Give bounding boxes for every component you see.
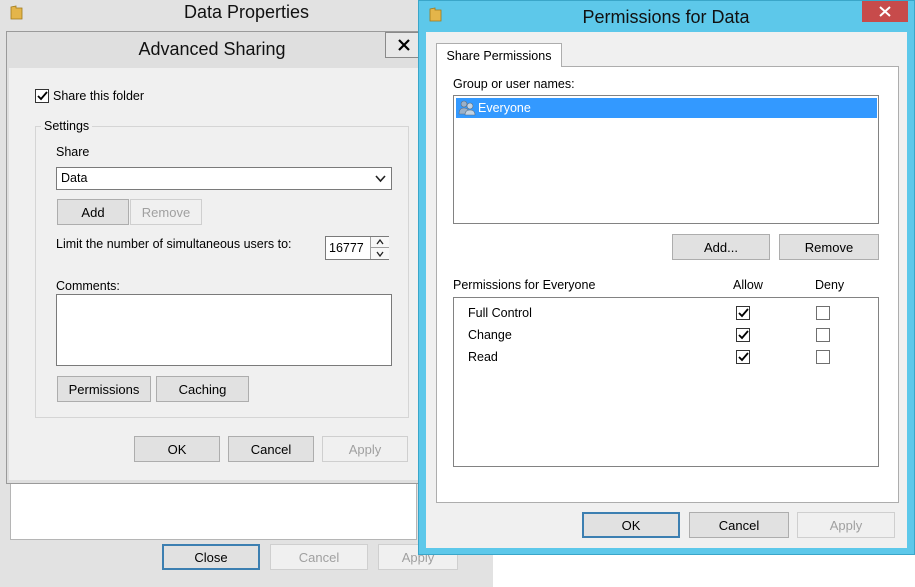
permissions-dialog: Permissions for Data Share Permissions G…: [418, 0, 915, 555]
caching-button[interactable]: Caching: [156, 376, 249, 402]
deny-full-control-checkbox[interactable]: [816, 306, 830, 320]
permission-name: Read: [468, 350, 498, 364]
add-button[interactable]: Add...: [672, 234, 770, 260]
tab-label: Share Permissions: [446, 48, 552, 63]
apply-button[interactable]: Apply: [797, 512, 895, 538]
comments-label: Comments:: [56, 279, 120, 293]
stepper-up-button[interactable]: [370, 237, 389, 248]
table-row: Change: [454, 326, 878, 346]
allow-full-control-checkbox[interactable]: [736, 306, 750, 320]
tab-share-permissions[interactable]: Share Permissions: [436, 43, 562, 67]
permissions-list: Full Control Change Read: [453, 297, 879, 467]
users-icon: [458, 100, 476, 116]
remove-button[interactable]: Remove: [779, 234, 879, 260]
allow-read-checkbox[interactable]: [736, 350, 750, 364]
users-listbox[interactable]: Everyone: [453, 95, 879, 224]
comments-textarea[interactable]: [56, 294, 392, 366]
add-button[interactable]: Add: [57, 199, 129, 225]
group-label: Group or user names:: [453, 77, 575, 91]
settings-label: Settings: [41, 119, 93, 133]
cancel-button[interactable]: Cancel: [689, 512, 789, 538]
dialog-title: Permissions for Data: [582, 7, 750, 27]
share-name-value: Data: [61, 171, 88, 185]
share-label: Share: [56, 145, 90, 159]
permissions-button[interactable]: Permissions: [57, 376, 151, 402]
content-panel: [10, 480, 417, 540]
limit-users-value: 16777: [329, 241, 364, 255]
cancel-button[interactable]: Cancel: [270, 544, 368, 570]
permissions-for-label: Permissions for Everyone: [453, 278, 596, 292]
cancel-button[interactable]: Cancel: [228, 436, 314, 462]
deny-change-checkbox[interactable]: [816, 328, 830, 342]
allow-header: Allow: [733, 278, 763, 292]
share-this-folder-checkbox[interactable]: [35, 89, 49, 103]
chevron-up-icon: [376, 239, 384, 245]
limit-users-label: Limit the number of simultaneous users t…: [56, 237, 292, 251]
permission-name: Full Control: [468, 306, 532, 320]
allow-change-checkbox[interactable]: [736, 328, 750, 342]
deny-read-checkbox[interactable]: [816, 350, 830, 364]
close-button[interactable]: Close: [162, 544, 260, 570]
table-row: Read: [454, 348, 878, 368]
dialog-client: Share Permissions Group or user names: E…: [426, 32, 907, 548]
share-this-folder-label: Share this folder: [53, 89, 145, 103]
share-name-combobox[interactable]: Data: [56, 167, 392, 190]
table-row: Full Control: [454, 304, 878, 324]
advanced-sharing-dialog: Advanced Sharing Share this folder Setti…: [6, 31, 428, 484]
chevron-down-icon: [375, 175, 386, 183]
user-name: Everyone: [478, 101, 531, 115]
remove-button[interactable]: Remove: [130, 199, 202, 225]
permission-name: Change: [468, 328, 512, 342]
limit-users-stepper[interactable]: 16777: [325, 236, 389, 260]
dialog-title: Advanced Sharing: [138, 39, 286, 59]
apply-button[interactable]: Apply: [322, 436, 408, 462]
list-item[interactable]: Everyone: [456, 98, 877, 118]
ok-button[interactable]: OK: [582, 512, 680, 538]
deny-header: Deny: [815, 278, 845, 292]
ok-button[interactable]: OK: [134, 436, 220, 462]
stepper-down-button[interactable]: [370, 248, 389, 259]
dialog-client: Share this folder Settings Share Data Ad…: [9, 68, 421, 480]
close-icon[interactable]: [862, 1, 908, 22]
chevron-down-icon: [376, 251, 384, 257]
